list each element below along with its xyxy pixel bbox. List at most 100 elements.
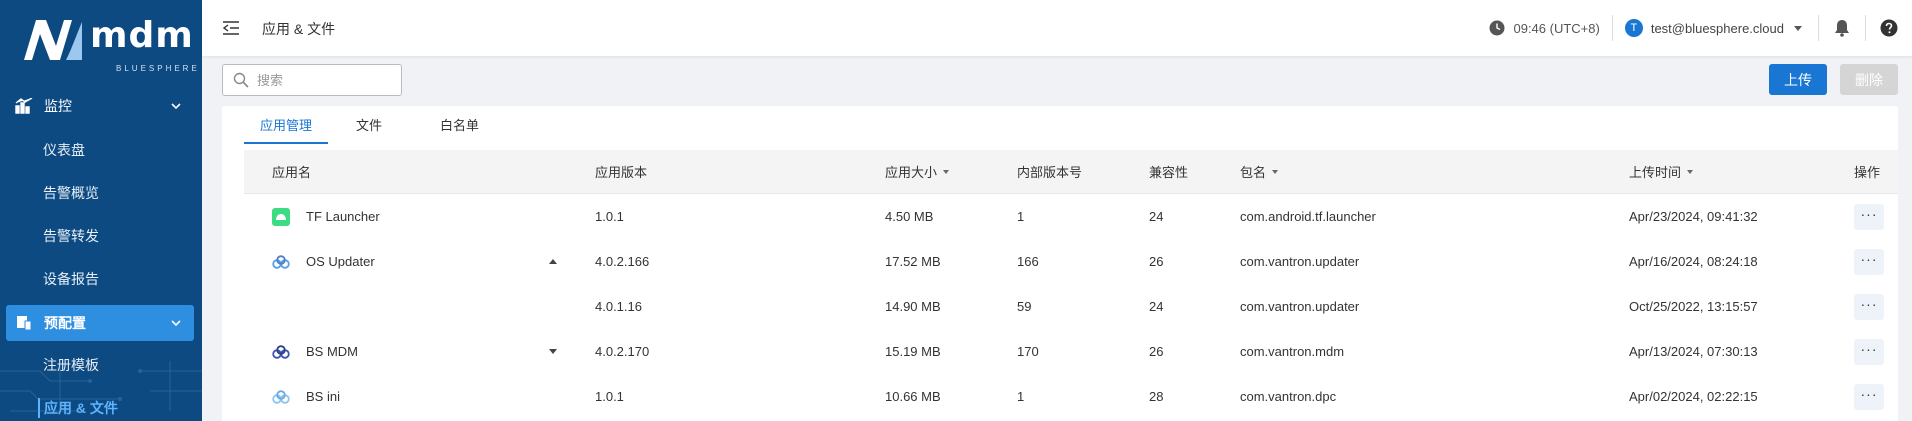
upload-time-cell: Apr/16/2024, 08:24:18 bbox=[1629, 254, 1758, 269]
table-row[interactable]: BS MDM 4.0.2.170 15.19 MB 170 26 com.van… bbox=[244, 329, 1898, 374]
size-cell: 10.66 MB bbox=[885, 389, 941, 404]
logo-mark-icon bbox=[24, 20, 82, 60]
bell-icon bbox=[1835, 20, 1849, 37]
upload-time-cell: Apr/23/2024, 09:41:32 bbox=[1629, 209, 1758, 224]
compat-cell: 26 bbox=[1149, 254, 1164, 269]
content-card: 应用管理 文件 白名单 应用名 应用版本 应用大小 内部版本号 兼容性 包名 上… bbox=[222, 106, 1898, 421]
col-label: 应用大小 bbox=[885, 165, 938, 180]
sidebar-item-device-report[interactable]: 设备报告 bbox=[43, 269, 99, 289]
col-app-name: 应用名 bbox=[272, 165, 312, 180]
user-email: test@bluesphere.cloud bbox=[1650, 20, 1784, 36]
cloud-icon bbox=[272, 343, 290, 361]
version-cell: 1.0.1 bbox=[595, 389, 624, 404]
brand-subtitle: BLUESPHERE bbox=[116, 64, 200, 73]
size-cell: 14.90 MB bbox=[885, 299, 941, 314]
sidebar-item-alert-overview[interactable]: 告警概览 bbox=[43, 183, 99, 203]
time-display: 09:46 (UTC+8) bbox=[1513, 20, 1600, 36]
table-row[interactable]: TF Launcher 1.0.1 4.50 MB 1 24 com.andro… bbox=[244, 194, 1898, 239]
version-cell: 4.0.2.170 bbox=[595, 344, 650, 359]
collapse-arrow-icon bbox=[549, 259, 557, 264]
user-menu[interactable]: T test@bluesphere.cloud bbox=[1613, 19, 1818, 37]
actions-cell: ··· bbox=[1854, 374, 1884, 419]
sidebar-item-alert-forward[interactable]: 告警转发 bbox=[43, 226, 99, 246]
brand-logo[interactable]: mdm BLUESPHERE bbox=[22, 16, 197, 73]
build-cell: 59 bbox=[1017, 299, 1032, 314]
col-app-size[interactable]: 应用大小 bbox=[885, 150, 950, 193]
clock: 09:46 (UTC+8) bbox=[1489, 20, 1611, 36]
col-upload-time[interactable]: 上传时间 bbox=[1629, 150, 1694, 193]
sort-down-icon bbox=[943, 169, 950, 174]
table-row[interactable]: OS Updater 4.0.2.166 17.52 MB 166 26 com… bbox=[244, 239, 1898, 284]
tab-files[interactable]: 文件 bbox=[340, 106, 398, 144]
tab-app-management[interactable]: 应用管理 bbox=[244, 106, 329, 144]
tab-whitelist[interactable]: 白名单 bbox=[424, 106, 495, 144]
search-input[interactable] bbox=[257, 72, 387, 88]
actions-cell: ··· bbox=[1854, 284, 1884, 329]
col-package[interactable]: 包名 bbox=[1240, 150, 1279, 193]
compat-cell: 26 bbox=[1149, 344, 1164, 359]
help-icon bbox=[1880, 19, 1898, 37]
build-cell: 1 bbox=[1017, 389, 1025, 404]
compat-cell: 24 bbox=[1149, 299, 1164, 314]
sidebar-item-dashboard[interactable]: 仪表盘 bbox=[43, 140, 85, 160]
chart-icon bbox=[14, 97, 34, 115]
app-name-cell: BS MDM bbox=[272, 329, 358, 374]
compat-cell: 28 bbox=[1149, 389, 1164, 404]
build-cell: 1 bbox=[1017, 209, 1025, 224]
table-row[interactable]: 4.0.1.16 14.90 MB 59 24 com.vantron.upda… bbox=[244, 284, 1898, 329]
app-name-cell: BS ini bbox=[272, 374, 340, 419]
delete-button[interactable]: 删除 bbox=[1840, 64, 1898, 95]
sort-down-icon bbox=[1272, 169, 1279, 174]
expand-arrow-icon bbox=[549, 349, 557, 354]
actions-cell: ··· bbox=[1854, 194, 1884, 239]
expand-toggle[interactable] bbox=[549, 239, 557, 284]
more-actions-button[interactable]: ··· bbox=[1854, 338, 1884, 365]
caret-down-icon bbox=[1794, 25, 1802, 31]
more-actions-button[interactable]: ··· bbox=[1854, 203, 1884, 230]
table-header: 应用名 应用版本 应用大小 内部版本号 兼容性 包名 上传时间 操作 bbox=[244, 150, 1898, 194]
actions-cell: ··· bbox=[1854, 329, 1884, 374]
col-app-version: 应用版本 bbox=[595, 165, 648, 180]
package-cell: com.vantron.updater bbox=[1240, 299, 1360, 314]
sidebar-group-provisioning[interactable]: 预配置 bbox=[6, 305, 194, 341]
package-cell: com.vantron.updater bbox=[1240, 254, 1360, 269]
version-cell: 4.0.2.166 bbox=[595, 254, 650, 269]
notifications-button[interactable] bbox=[1819, 0, 1865, 56]
upload-button[interactable]: 上传 bbox=[1769, 64, 1827, 95]
chevron-down-icon bbox=[171, 103, 181, 110]
android-icon bbox=[272, 207, 290, 226]
app-name-cell: TF Launcher bbox=[272, 194, 380, 239]
upload-time-cell: Apr/13/2024, 07:30:13 bbox=[1629, 344, 1758, 359]
tab-bar: 应用管理 文件 白名单 bbox=[244, 106, 495, 144]
app-name-cell: OS Updater bbox=[272, 239, 375, 284]
app-name: TF Launcher bbox=[306, 209, 380, 224]
package-cell: com.vantron.mdm bbox=[1240, 344, 1345, 359]
page-title: 应用 & 文件 bbox=[262, 21, 336, 37]
sidebar-group-label: 预配置 bbox=[44, 315, 86, 331]
build-cell: 170 bbox=[1017, 344, 1039, 359]
clock-icon bbox=[1489, 20, 1505, 36]
sort-down-icon bbox=[1687, 169, 1694, 174]
package-cell: com.android.tf.launcher bbox=[1240, 209, 1376, 224]
table-row[interactable]: BS ini 1.0.1 10.66 MB 1 28 com.vantron.d… bbox=[244, 374, 1898, 419]
help-button[interactable] bbox=[1866, 0, 1912, 56]
app-name: BS MDM bbox=[306, 344, 358, 359]
chevron-down-icon bbox=[171, 320, 181, 327]
top-header: 应用 & 文件 09:46 (UTC+8) T test@bluesphere.… bbox=[202, 0, 1912, 56]
circuit-decoration bbox=[0, 361, 202, 412]
cloud-icon bbox=[272, 388, 290, 406]
menu-collapse-icon[interactable] bbox=[222, 19, 240, 37]
actions-cell: ··· bbox=[1854, 239, 1884, 284]
more-actions-button[interactable]: ··· bbox=[1854, 248, 1884, 275]
expand-toggle[interactable] bbox=[549, 329, 557, 374]
app-name: OS Updater bbox=[306, 254, 375, 269]
more-actions-button[interactable]: ··· bbox=[1854, 383, 1884, 410]
sidebar-group-monitor[interactable]: 监控 bbox=[0, 88, 202, 124]
search-box[interactable] bbox=[222, 64, 402, 96]
sidebar-group-label: 监控 bbox=[44, 98, 72, 114]
size-cell: 17.52 MB bbox=[885, 254, 941, 269]
avatar: T bbox=[1624, 19, 1643, 37]
config-icon bbox=[14, 314, 34, 332]
size-cell: 4.50 MB bbox=[885, 209, 934, 224]
more-actions-button[interactable]: ··· bbox=[1854, 293, 1884, 320]
